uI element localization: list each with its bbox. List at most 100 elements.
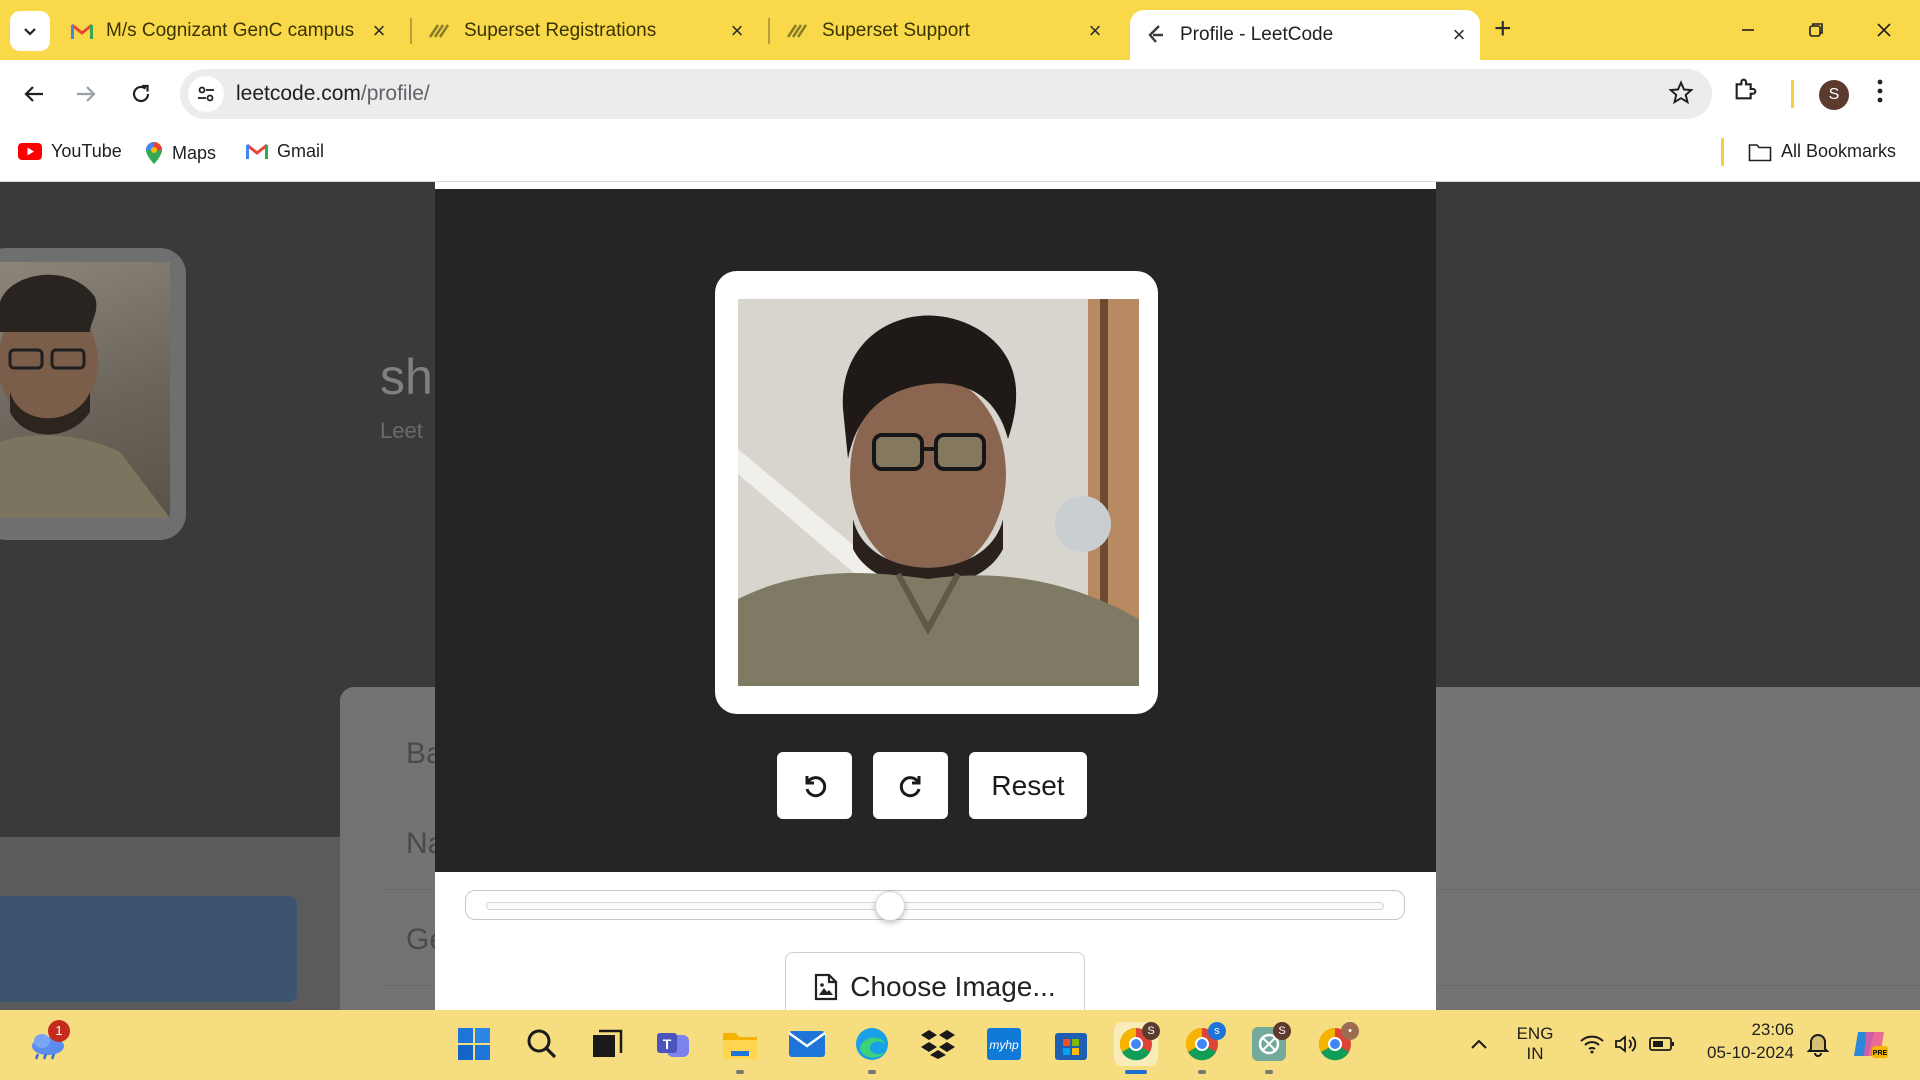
svg-text:myhp: myhp	[989, 1038, 1019, 1052]
site-settings-button[interactable]	[188, 76, 224, 112]
dropbox-app[interactable]	[916, 1022, 960, 1066]
rotate-right-button[interactable]	[873, 752, 948, 819]
bookmarks-separator	[1721, 138, 1724, 166]
tab-leetcode-profile[interactable]: Profile - LeetCode ×	[1130, 10, 1480, 60]
crop-frame[interactable]	[715, 271, 1158, 714]
tab-search-button[interactable]	[10, 11, 50, 51]
svg-text:T: T	[663, 1036, 672, 1052]
profile-avatar-card[interactable]	[0, 248, 186, 540]
close-window-button[interactable]	[1864, 10, 1904, 50]
tab-superset-support[interactable]: Superset Support ×	[786, 11, 1116, 51]
zoom-slider[interactable]	[465, 890, 1405, 921]
minimize-button[interactable]	[1728, 10, 1768, 50]
rotate-left-button[interactable]	[777, 752, 852, 819]
address-bar[interactable]: leetcode.com/profile/	[180, 69, 1712, 119]
tab-separator	[410, 18, 412, 44]
puzzle-icon	[1735, 78, 1757, 100]
background-blue-block	[0, 896, 297, 1002]
url-domain: leetcode.com	[236, 82, 361, 105]
tab-title: Superset Registrations	[464, 20, 657, 41]
superset-icon	[786, 19, 810, 43]
maps-icon	[145, 141, 163, 165]
close-icon[interactable]: ×	[1448, 24, 1470, 46]
start-button[interactable]	[452, 1022, 496, 1066]
close-icon[interactable]: ×	[1084, 20, 1106, 42]
region-code: IN	[1526, 1044, 1544, 1063]
bookmark-youtube[interactable]: YouTube	[18, 141, 122, 162]
close-icon	[1877, 23, 1891, 37]
reload-button[interactable]	[121, 74, 161, 114]
tab-title: M/s Cognizant GenC campus hi	[106, 20, 356, 41]
clock[interactable]: 23:06 05-10-2024	[1694, 1020, 1794, 1063]
teams-app[interactable]: T	[651, 1022, 695, 1066]
arrow-left-icon	[24, 86, 43, 102]
crop-area[interactable]: Reset	[435, 189, 1436, 872]
tune-icon	[198, 86, 214, 102]
image-file-icon	[814, 973, 838, 1001]
mail-app[interactable]	[785, 1022, 829, 1066]
show-hidden-icons-button[interactable]	[1457, 1022, 1501, 1066]
file-explorer-app[interactable]	[718, 1022, 762, 1066]
profile-badge: S	[1273, 1022, 1291, 1040]
tab-superset-registrations[interactable]: Superset Registrations ×	[428, 11, 758, 51]
profile-badge: S	[1142, 1022, 1160, 1040]
tab-gmail[interactable]: M/s Cognizant GenC campus hi ×	[70, 11, 400, 51]
rotate-left-icon	[805, 775, 826, 797]
chevron-up-icon	[1471, 1039, 1487, 1049]
windows-taskbar: 1 T myhp S s S • ENG IN 23:06 05-10-2024…	[0, 1010, 1920, 1080]
running-indicator	[1265, 1070, 1273, 1074]
zoom-slider-thumb[interactable]	[875, 891, 906, 921]
extensions-button[interactable]	[1732, 75, 1760, 108]
all-bookmarks-label: All Bookmarks	[1781, 141, 1897, 161]
clock-date: 05-10-2024	[1707, 1043, 1794, 1062]
myhp-app[interactable]: myhp	[982, 1022, 1026, 1066]
tab-title: Profile - LeetCode	[1180, 24, 1334, 45]
more-vertical-icon	[1877, 79, 1883, 103]
avatar-crop-modal: Reset Choose Image...	[435, 182, 1436, 1022]
forward-button[interactable]	[66, 74, 106, 114]
avatar-preview-image	[738, 299, 1139, 686]
profile-avatar[interactable]: S	[1819, 80, 1849, 110]
dropbox-icon	[921, 1030, 955, 1059]
restore-button[interactable]	[1796, 10, 1836, 50]
zoom-slider-track[interactable]	[486, 902, 1384, 910]
new-tab-button[interactable]: +	[1494, 14, 1512, 44]
minimize-icon	[1742, 29, 1754, 31]
profile-badge: s	[1208, 1022, 1226, 1040]
back-button[interactable]	[14, 74, 54, 114]
modal-header-strip	[435, 182, 1436, 189]
task-view-button[interactable]	[585, 1022, 629, 1066]
browser-menu-button[interactable]	[1876, 78, 1884, 109]
folder-icon	[1748, 142, 1772, 162]
copilot-button[interactable]: PRE	[1848, 1022, 1892, 1066]
search-icon	[527, 1029, 557, 1059]
language-indicator[interactable]: ENG IN	[1512, 1024, 1558, 1064]
close-icon[interactable]: ×	[726, 20, 748, 42]
restore-icon	[1809, 23, 1823, 37]
reset-button[interactable]: Reset	[969, 752, 1087, 819]
bookmarks-bar: YouTube Maps Gmail All Bookmarks	[0, 128, 1920, 182]
profile-photo	[0, 262, 170, 518]
profile-name-partial: sh	[380, 349, 433, 405]
leetcode-icon	[1144, 23, 1168, 47]
battery-button[interactable]	[1640, 1022, 1684, 1066]
edge-app[interactable]	[850, 1022, 894, 1066]
chevron-down-icon	[24, 28, 36, 36]
arrow-right-icon	[77, 86, 96, 102]
language-code: ENG	[1516, 1024, 1554, 1043]
superset-icon	[428, 19, 452, 43]
taskbar-search[interactable]	[520, 1022, 564, 1066]
svg-text:PRE: PRE	[1873, 1050, 1888, 1057]
bookmark-gmail[interactable]: Gmail	[246, 141, 324, 162]
notifications-button[interactable]	[1796, 1022, 1840, 1066]
gmail-icon	[246, 143, 268, 160]
microsoft-store-app[interactable]	[1049, 1022, 1093, 1066]
close-icon[interactable]: ×	[368, 20, 390, 42]
bookmark-maps[interactable]: Maps	[145, 141, 216, 165]
youtube-icon	[18, 143, 42, 160]
star-icon	[1668, 80, 1694, 105]
battery-icon	[1649, 1037, 1674, 1051]
wifi-icon	[1580, 1035, 1604, 1054]
bookmark-star-button[interactable]	[1668, 80, 1694, 111]
all-bookmarks-button[interactable]: All Bookmarks	[1748, 141, 1896, 162]
